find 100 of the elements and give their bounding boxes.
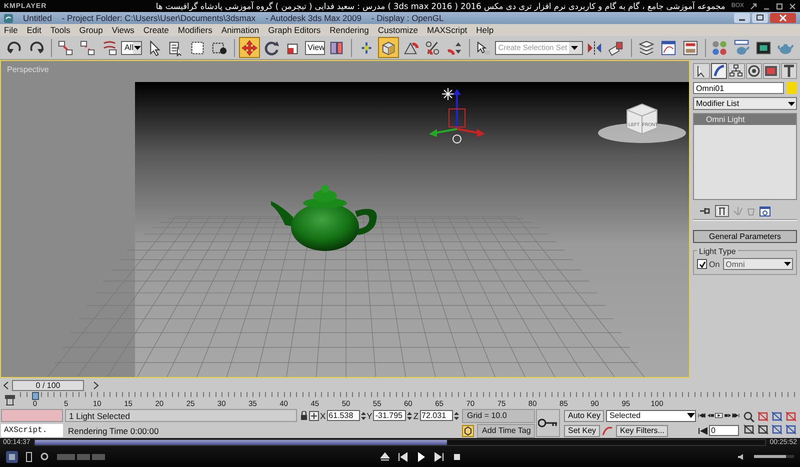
current-frame-field[interactable]: 0 — [709, 425, 739, 436]
object-color-swatch[interactable] — [787, 82, 797, 94]
time-tag-icon[interactable] — [462, 424, 474, 436]
menu-item[interactable]: Views — [112, 25, 134, 35]
coordinate-field[interactable]: 72.031 — [420, 410, 453, 421]
axis-label: Z — [413, 410, 419, 420]
add-time-tag-button[interactable]: Add Time Tag — [477, 424, 535, 438]
percent-icon — [424, 38, 441, 56]
go-to-start-icon[interactable] — [698, 411, 706, 420]
lock-icon[interactable] — [300, 410, 308, 420]
listener-color-box — [1, 409, 63, 422]
go-to-end-icon[interactable] — [732, 411, 740, 420]
zoom-icon[interactable] — [743, 411, 755, 422]
dropdown[interactable]: All — [121, 40, 142, 54]
current-frame-marker[interactable] — [32, 392, 39, 400]
next-icon[interactable] — [434, 452, 444, 462]
teapot-window-icon — [733, 38, 750, 56]
orbit-icon[interactable] — [771, 424, 783, 435]
rotate-icon — [262, 38, 280, 56]
maximize-icon[interactable] — [752, 13, 768, 23]
modifier-list-dropdown[interactable]: Modifier List — [693, 97, 797, 110]
maxscript-listener-field[interactable]: AXScript. — [1, 424, 63, 437]
settings-icon[interactable] — [40, 452, 49, 461]
project-folder-label: - Project Folder: C:\Users\User\Documents\3dsmax — [62, 13, 256, 23]
move-button[interactable] — [238, 37, 260, 58]
maximize-viewport-icon[interactable] — [785, 424, 797, 435]
configure-icon[interactable] — [759, 206, 771, 216]
undo-icon — [6, 38, 23, 56]
menu-item[interactable]: Tools — [50, 25, 70, 35]
key-tangent-icon[interactable] — [602, 425, 614, 436]
previous-icon[interactable] — [398, 452, 408, 462]
menu-item[interactable]: Modifiers — [178, 25, 212, 35]
object-name-field[interactable]: Omni01 — [693, 82, 784, 94]
menu-item[interactable]: Graph Editors — [268, 25, 321, 35]
play-icon[interactable] — [715, 411, 723, 420]
dropdown-arrow-icon — [783, 261, 792, 267]
set-key-button[interactable]: Set Key — [564, 424, 600, 436]
time-slider-thumb[interactable]: 0 / 100 — [12, 380, 84, 390]
grid-size-label: Grid = 10.0 — [462, 408, 535, 422]
seek-bar[interactable] — [34, 438, 766, 446]
volume-slider[interactable] — [754, 455, 794, 458]
curve-editor-icon[interactable] — [4, 394, 16, 406]
maximize-icon[interactable] — [776, 2, 783, 10]
display-tab[interactable] — [763, 63, 780, 79]
end-result-icon[interactable] — [715, 205, 729, 217]
stop-icon[interactable] — [452, 452, 462, 462]
menu-item[interactable]: MAXScript — [427, 25, 468, 35]
menu-item[interactable]: Animation — [221, 25, 260, 35]
dropdown-arrow-icon[interactable] — [134, 46, 141, 50]
zoom-extents-icon[interactable] — [771, 411, 783, 422]
key-mode-dropdown[interactable]: Selected — [606, 410, 696, 422]
light-drawing — [442, 88, 454, 100]
menu-item[interactable]: Customize — [378, 25, 418, 35]
stack-item[interactable]: Omni Light — [694, 114, 796, 125]
move-icon — [240, 38, 258, 56]
spheres-icon — [711, 38, 728, 56]
minimize-icon[interactable] — [734, 13, 750, 23]
dropdown-arrow-icon[interactable] — [571, 46, 578, 50]
speaker-icon[interactable] — [737, 452, 746, 460]
key-mode-icon[interactable] — [698, 426, 708, 434]
eject-icon[interactable] — [380, 452, 390, 462]
curve-editor-icon — [660, 38, 677, 56]
named-selection-icon — [475, 38, 492, 56]
coordinate-field[interactable]: 61.538 — [326, 410, 360, 421]
hierarchy-tab[interactable] — [728, 63, 744, 79]
next-frame-icon[interactable] — [724, 411, 732, 420]
menu-item[interactable]: Edit — [26, 25, 42, 35]
motion-tab[interactable] — [746, 63, 762, 79]
pin-icon[interactable] — [699, 206, 711, 216]
3d-mode-icon[interactable] — [6, 450, 18, 462]
menu-item[interactable]: Create — [143, 25, 169, 35]
absolute-mode-icon[interactable] — [309, 410, 319, 420]
menu-item[interactable]: Help — [476, 25, 494, 35]
light-type-dropdown[interactable]: Omni — [722, 258, 793, 270]
on-checkbox[interactable]: On — [697, 259, 720, 269]
menu-item[interactable]: Group — [79, 25, 103, 35]
pin-icon[interactable] — [750, 2, 757, 10]
field-of-view-icon[interactable] — [743, 424, 755, 435]
auto-key-button[interactable]: Auto Key — [564, 410, 604, 422]
menu-item[interactable]: Rendering — [330, 25, 369, 35]
modify-tab[interactable] — [710, 63, 727, 79]
utilities-tab[interactable] — [780, 63, 797, 79]
pan-icon[interactable] — [757, 424, 769, 435]
snap-button[interactable] — [378, 37, 399, 58]
coordinate-field[interactable]: -31.795 — [373, 410, 406, 421]
checkmark-icon — [698, 260, 706, 268]
key-filters-button[interactable]: Key Filters... — [616, 424, 668, 436]
menu-item[interactable]: File — [4, 25, 18, 35]
phone-icon[interactable] — [26, 452, 32, 462]
rollout-header[interactable]: General Parameters — [693, 230, 797, 243]
play-icon[interactable] — [416, 452, 426, 462]
create-tab[interactable] — [693, 63, 710, 79]
previous-frame-icon[interactable] — [706, 411, 714, 420]
tag-icons-drawing[interactable] — [57, 454, 105, 460]
key-icon[interactable] — [538, 418, 558, 428]
close-icon[interactable] — [770, 13, 796, 23]
zoom-extents-all-icon[interactable] — [785, 411, 797, 422]
close-icon[interactable] — [789, 2, 796, 10]
hierarchy-icon — [729, 64, 744, 78]
display-driver-label: - Display : OpenGL — [371, 13, 444, 23]
